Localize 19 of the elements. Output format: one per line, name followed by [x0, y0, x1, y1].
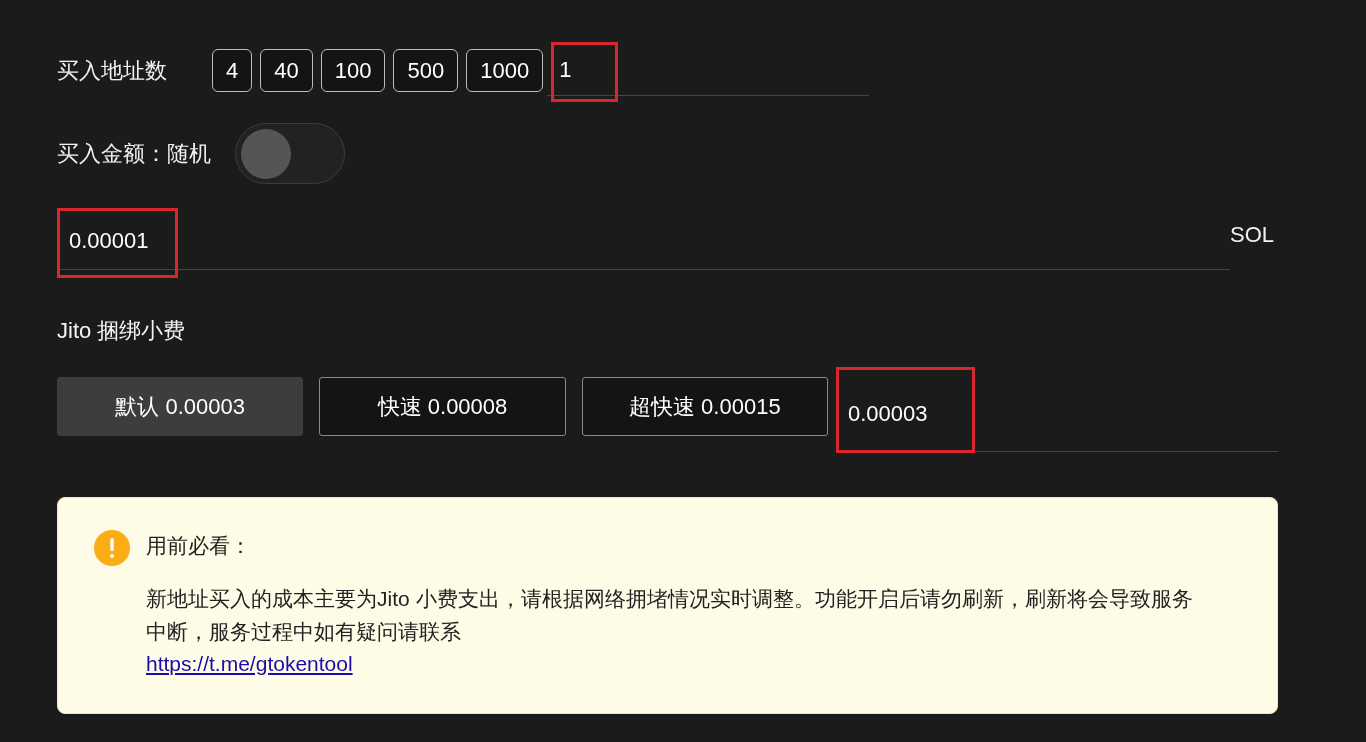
notice-title: 用前必看：: [146, 533, 251, 559]
fee-option-button[interactable]: 默认 0.00003: [57, 377, 304, 436]
preset-button[interactable]: 4: [212, 48, 253, 92]
input-field[interactable]: 0.00003: [836, 377, 1278, 452]
preset-button[interactable]: 1000: [466, 48, 544, 92]
field-label: Jito 捆绑小费: [57, 317, 186, 345]
preset-button[interactable]: 40: [260, 48, 313, 92]
warning-icon: [94, 530, 130, 566]
preset-button[interactable]: 100: [320, 48, 386, 92]
notice-message: 新地址买入的成本主要为Jito 小费支出，请根据网络拥堵情况实时调整。功能开启后请勿刷新，刷新将会导致服务中断，服务过程中如有疑问请联系: [146, 585, 1194, 645]
fee-option-button[interactable]: 快速 0.00008: [319, 377, 566, 436]
input-field[interactable]: 1: [547, 44, 870, 96]
fee-option-button[interactable]: 超快速 0.00015: [581, 377, 828, 436]
field-label: 买入地址数: [57, 56, 168, 85]
field-label: 买入金额：随机: [57, 140, 211, 168]
unit-label: SOL: [1230, 221, 1275, 249]
preset-button[interactable]: 500: [393, 48, 459, 92]
input-field[interactable]: 0.00001: [57, 206, 1230, 270]
contact-link[interactable]: https://t.me/gtokentool: [146, 647, 353, 679]
